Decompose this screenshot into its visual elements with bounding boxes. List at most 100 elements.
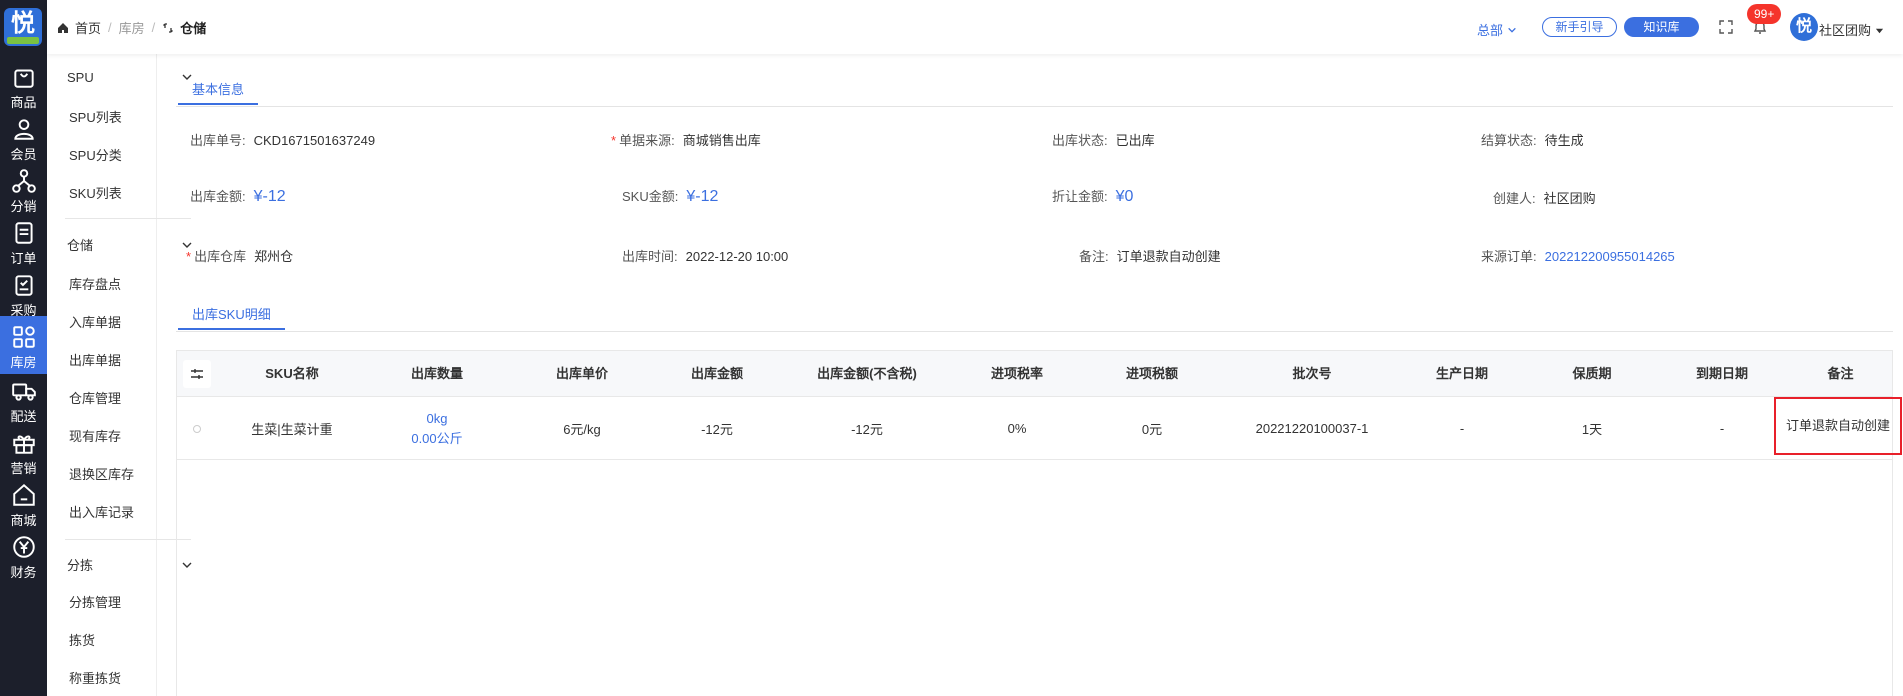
cell-amount-ex-tax: -12元 [851, 422, 883, 437]
table-header: SKU名称 出库数量 出库单价 出库金额 出库金额(不含税) 进项税率 进项税额… [177, 351, 1892, 397]
avatar[interactable]: 悦 [1790, 13, 1818, 41]
field-sku-amount: SKU金额: ¥-12 [622, 188, 719, 205]
nav-orders[interactable]: 订单 [0, 212, 47, 270]
cell-qty: 0kg 0.00公斤 [411, 410, 463, 446]
subnav-item[interactable]: 退换区库存 [69, 465, 134, 485]
breadcrumb: 首页 / 库房 / 仓储 [57, 18, 206, 37]
caret-down-icon [1875, 28, 1883, 34]
nav-warehouse[interactable]: 库房 [0, 316, 47, 374]
col-header: 进项税率 [990, 366, 1043, 381]
nav-mall[interactable]: 商城 [0, 474, 47, 532]
notification-badge: 99+ [1747, 4, 1782, 24]
column-settings-button[interactable] [183, 360, 211, 388]
document-icon [14, 222, 33, 244]
knowledge-base-button[interactable]: 知识库 [1624, 17, 1699, 37]
app-logo[interactable]: 悦 [4, 8, 42, 46]
col-header: 出库金额 [690, 366, 743, 381]
refresh-icon[interactable] [162, 22, 174, 34]
sku-table: SKU名称 出库数量 出库单价 出库金额 出库金额(不含税) 进项税率 进项税额… [176, 350, 1902, 696]
field-amount: 出库金额: ¥-12 [190, 188, 286, 205]
cell-batch: 20221220100037-1 [1255, 421, 1369, 436]
col-header: 出库金额(不含税) [817, 366, 917, 381]
bag-icon [13, 69, 34, 88]
nav-goods[interactable]: 商品 [0, 56, 47, 114]
cell-price: 6元/kg [563, 422, 601, 437]
yen-icon [12, 536, 35, 558]
sub-sidebar: SPU SPU列表 SPU分类 SKU列表 仓储 库存盘点 入库单据 出库单据 … [47, 0, 192, 696]
subnav-item[interactable]: 出入库记录 [69, 503, 134, 523]
nav-delivery[interactable]: 配送 [0, 370, 47, 428]
tab-underline [176, 331, 1893, 332]
subnav-item[interactable]: SPU分类 [69, 146, 122, 166]
subnav-item[interactable]: 现有库存 [69, 427, 121, 447]
col-header: 出库单价 [555, 366, 608, 381]
field-status: 出库状态: 已出库 [1052, 133, 1155, 148]
cell-tax-rate: 0% [1007, 421, 1027, 436]
guide-button[interactable]: 新手引导 [1542, 17, 1617, 37]
field-remark: 备注: 订单退款自动创建 [1079, 249, 1221, 264]
clipboard-icon [14, 275, 33, 296]
subnav-group-spu[interactable]: SPU [67, 66, 193, 90]
fullscreen-icon[interactable] [1718, 19, 1734, 35]
divider [65, 539, 191, 540]
col-header: 出库数量 [410, 366, 463, 381]
cell-remark-highlighted: 订单退款自动创建 [1774, 397, 1902, 455]
divider [65, 218, 191, 219]
field-warehouse: * 出库仓库 郑州仓 [186, 249, 294, 264]
home-icon [12, 483, 35, 506]
col-header: 进项税额 [1125, 366, 1178, 381]
cell-amount: -12元 [701, 422, 733, 437]
subnav-item[interactable]: 分拣管理 [69, 593, 121, 613]
col-header: 到期日期 [1695, 366, 1748, 381]
user-icon [13, 119, 34, 140]
subnav-group-sorting[interactable]: 分拣 [67, 554, 193, 578]
subnav-item[interactable]: 仓库管理 [69, 389, 121, 409]
cell-prod-date: - [1459, 421, 1465, 436]
nav-finance[interactable]: 财务 [0, 526, 47, 584]
field-settle: 结算状态: 待生成 [1481, 133, 1584, 148]
nav-purchase[interactable]: 采购 [0, 264, 47, 322]
subnav-group-storage[interactable]: 仓储 [67, 234, 193, 258]
breadcrumb-current: 仓储 [180, 21, 207, 36]
nav-members[interactable]: 会员 [0, 108, 47, 166]
field-creator: 创建人: 社区团购 [1493, 191, 1596, 206]
tab-underline [176, 106, 1893, 107]
home-icon [58, 22, 68, 33]
cell-sku-name: 生菜|生菜计重 [251, 422, 333, 437]
top-header: 首页 / 库房 / 仓储 总部 新手引导 知识库 99+ 悦 社区团购 [47, 0, 1903, 54]
field-source-order: 来源订单: 202212200955014265 [1481, 249, 1675, 264]
col-header: 保质期 [1572, 366, 1612, 381]
subnav-item[interactable]: 入库单据 [69, 313, 121, 333]
subnav-item[interactable]: SPU列表 [69, 108, 122, 128]
subnav-item[interactable]: SKU列表 [69, 184, 122, 204]
source-order-link[interactable]: 202212200955014265 [1545, 249, 1675, 264]
field-out-no: 出库单号: CKD1671501637249 [190, 133, 376, 148]
subnav-item[interactable]: 出库单据 [69, 351, 121, 371]
col-header: 批次号 [1292, 366, 1332, 381]
nav-distribution[interactable]: 分销 [0, 160, 47, 218]
subnav-item[interactable]: 拣货 [69, 631, 95, 651]
cell-expiry: - [1719, 421, 1725, 436]
col-header: 备注 [1827, 366, 1854, 381]
subnav-item[interactable]: 称重拣货 [69, 669, 121, 689]
org-selector[interactable]: 总部 [1477, 20, 1517, 39]
network-icon [11, 169, 36, 193]
truck-icon [11, 383, 36, 401]
breadcrumb-home[interactable]: 首页 [75, 18, 101, 37]
chevron-down-icon [1507, 27, 1516, 33]
grid-icon [12, 326, 35, 348]
row-select-radio[interactable] [177, 397, 217, 460]
cell-shelf-life: 1天 [1581, 422, 1603, 437]
nav-marketing[interactable]: 营销 [0, 422, 47, 480]
tab-basic-info[interactable]: 基本信息 [178, 75, 259, 105]
field-source: * 单据来源: 商城销售出库 [611, 133, 761, 148]
user-menu[interactable]: 社区团购 [1819, 20, 1884, 39]
breadcrumb-warehouse[interactable]: 库房 [119, 18, 145, 37]
table-row: 生菜|生菜计重 0kg 0.00公斤 6元/kg -12元 -12元 0% 0元… [177, 397, 1902, 460]
tab-sku-detail[interactable]: 出库SKU明细 [178, 300, 285, 330]
col-header: 生产日期 [1435, 366, 1488, 381]
cell-tax-amount: 0元 [1141, 422, 1163, 437]
field-time: 出库时间: 2022-12-20 10:00 [622, 249, 789, 264]
field-discount: 折让金额: ¥0 [1052, 188, 1134, 205]
subnav-item[interactable]: 库存盘点 [69, 275, 121, 295]
